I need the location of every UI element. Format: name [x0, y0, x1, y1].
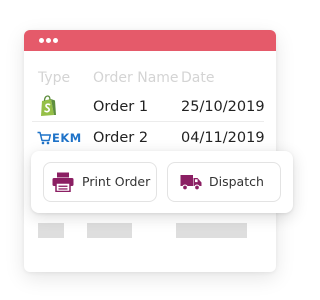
print-order-label: Print Order	[82, 174, 151, 189]
column-header-order-name: Order Name	[93, 70, 179, 86]
printer-icon	[52, 172, 74, 192]
ekm-logo-text: EKM	[52, 131, 82, 145]
print-order-button[interactable]: Print Order	[43, 162, 157, 202]
column-header-date: Date	[181, 70, 215, 86]
placeholder-block	[176, 223, 247, 238]
action-bar: Print Order Dispatch	[31, 151, 293, 213]
ekm-logo: EKM	[37, 130, 81, 146]
order-name-cell: Order 2	[93, 130, 149, 146]
order-date-cell: 04/11/2019	[181, 130, 265, 146]
window-dot	[53, 38, 58, 43]
window-titlebar	[24, 30, 276, 51]
cart-icon	[37, 131, 51, 145]
window-dot	[39, 38, 44, 43]
placeholder-block	[38, 223, 64, 238]
placeholder-block	[87, 223, 132, 238]
stage: Type Order Name Date Order 1 25/10/2019 …	[0, 0, 300, 300]
shopify-icon	[41, 95, 56, 116]
order-date-cell: 25/10/2019	[181, 99, 265, 115]
dispatch-label: Dispatch	[209, 174, 264, 189]
order-name-cell: Order 1	[93, 99, 149, 115]
dispatch-button[interactable]: Dispatch	[167, 162, 281, 202]
row-divider	[32, 121, 264, 122]
column-header-type: Type	[38, 70, 71, 86]
window-dot	[46, 38, 51, 43]
truck-icon	[180, 175, 202, 191]
